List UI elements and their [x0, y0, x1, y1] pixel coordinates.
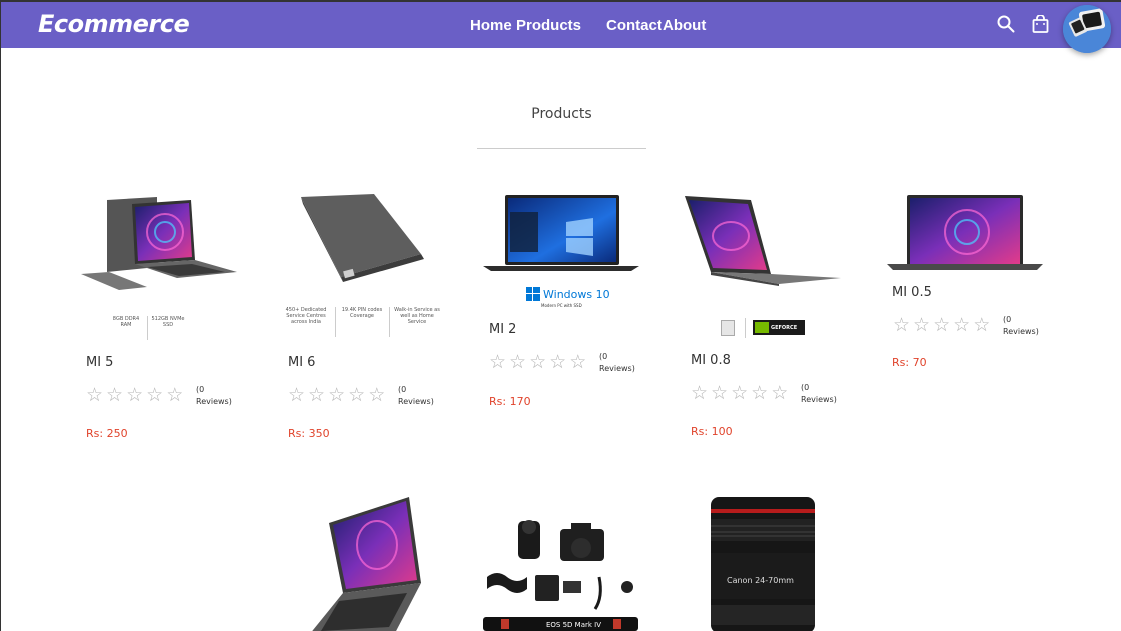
star-icon: ☆ [166, 385, 184, 406]
product-name[interactable]: MI 2 [489, 322, 516, 337]
product-card-mi-2[interactable]: Windows 10 Modern PC with SSD MI 2 ☆ ☆ ☆ ☆ ☆… [481, 192, 651, 422]
star-icon: ☆ [529, 352, 547, 373]
star-icon: ☆ [509, 352, 527, 373]
spec-badges: 8GB DDR4 RAM 512GB NVMe SSD [107, 316, 187, 340]
star-icon: ☆ [86, 385, 104, 406]
nvidia-logo-icon [755, 322, 769, 333]
spec-ram: 8GB DDR4 RAM [112, 316, 140, 328]
product-card-canon-lens[interactable]: Canon 24-70mm [683, 495, 853, 631]
shopping-bag-icon[interactable] [1032, 14, 1049, 38]
product-card-mi-5[interactable]: 8GB DDR4 RAM 512GB NVMe SSD MI 5 ☆ ☆ ☆ ☆ ☆ (… [77, 192, 247, 452]
star-icon: ☆ [933, 315, 951, 336]
product-image [683, 192, 853, 297]
product-price: Rs: 250 [86, 427, 128, 440]
review-count: (0 Reviews) [599, 352, 635, 373]
windows-badge: Windows 10 [526, 287, 610, 301]
star-icon: ☆ [751, 383, 769, 404]
star-icon: ☆ [126, 385, 144, 406]
star-icon: ☆ [913, 315, 931, 336]
nav-home-link[interactable]: Home [470, 17, 512, 34]
star-icon: ☆ [771, 383, 789, 404]
product-image: Canon 24-70mm [711, 497, 815, 631]
star-icon: ☆ [328, 385, 346, 406]
product-image [885, 192, 1055, 277]
windows-logo-icon [526, 287, 540, 301]
rating-stars: ☆ ☆ ☆ ☆ ☆ [86, 386, 183, 406]
product-name[interactable]: MI 6 [288, 355, 315, 370]
nav-contact-link[interactable]: Contact [606, 17, 662, 34]
spec-pin-codes: 19.4K PIN codes Coverage [341, 307, 383, 319]
star-icon: ☆ [569, 352, 587, 373]
product-price: Rs: 100 [691, 425, 733, 438]
product-name[interactable]: MI 0.5 [892, 285, 932, 300]
star-icon: ☆ [731, 383, 749, 404]
user-avatar[interactable] [1063, 5, 1111, 53]
title-divider [477, 148, 646, 149]
product-card-mi-6[interactable]: 450+ Dedicated Service Centres across In… [279, 192, 449, 452]
product-card-mi-0-8[interactable]: GEFORCE MI 0.8 ☆ ☆ ☆ ☆ ☆ (0 Reviews) Rs: 100 [683, 192, 853, 452]
product-price: Rs: 170 [489, 395, 531, 408]
review-count: (0 Reviews) [196, 385, 232, 406]
lens-label: Canon 24-70mm [727, 576, 794, 585]
nav-products-link[interactable]: Products [516, 17, 581, 34]
rating-stars: ☆ ☆ ☆ ☆ ☆ [893, 316, 990, 336]
star-icon: ☆ [106, 385, 124, 406]
product-image: EOS 5D Mark IV [483, 520, 638, 631]
star-icon: ☆ [973, 315, 991, 336]
rating-stars: ☆ ☆ ☆ ☆ ☆ [489, 353, 586, 373]
search-icon[interactable] [997, 15, 1015, 38]
product-image [481, 192, 651, 287]
star-icon: ☆ [368, 385, 386, 406]
product-name[interactable]: MI 5 [86, 355, 113, 370]
review-count: (0 Reviews) [801, 383, 837, 404]
nav-about-link[interactable]: About [663, 17, 706, 34]
brand-logo[interactable]: Ecommerce [38, 10, 190, 38]
navbar: Ecommerce Home Products Contact About [1, 2, 1121, 48]
strap-label: EOS 5D Mark IV [546, 621, 601, 629]
product-card-laptop-row2[interactable] [279, 495, 449, 631]
geforce-badge: GEFORCE [753, 320, 805, 335]
rating-stars: ☆ ☆ ☆ ☆ ☆ [288, 386, 385, 406]
product-price: Rs: 350 [288, 427, 330, 440]
star-icon: ☆ [308, 385, 326, 406]
product-image [312, 497, 421, 631]
section-title: Products [531, 106, 592, 122]
star-icon: ☆ [691, 383, 709, 404]
rating-stars: ☆ ☆ ☆ ☆ ☆ [691, 384, 788, 404]
spec-badges: 450+ Dedicated Service Centres across In… [281, 307, 441, 337]
product-name[interactable]: MI 0.8 [691, 353, 731, 368]
review-count: (0 Reviews) [398, 385, 434, 406]
product-card-camera-kit[interactable]: EOS 5D Mark IV [481, 515, 651, 631]
spec-ssd: 512GB NVMe SSD [151, 316, 185, 328]
star-icon: ☆ [549, 352, 567, 373]
star-icon: ☆ [348, 385, 366, 406]
star-icon: ☆ [146, 385, 164, 406]
intel-badge-icon [721, 320, 735, 336]
spec-home-service: Walk-in Service as well as Home Service [394, 307, 440, 325]
product-price: Rs: 70 [892, 356, 927, 369]
product-card-mi-0-5[interactable]: MI 0.5 ☆ ☆ ☆ ☆ ☆ (0 Reviews) Rs: 70 [885, 192, 1055, 382]
star-icon: ☆ [489, 352, 507, 373]
star-icon: ☆ [711, 383, 729, 404]
windows-badge-caption: Modern PC with SSD [541, 303, 582, 308]
star-icon: ☆ [893, 315, 911, 336]
review-count: (0 Reviews) [1003, 315, 1039, 336]
spec-service-centres: 450+ Dedicated Service Centres across In… [285, 307, 327, 325]
star-icon: ☆ [953, 315, 971, 336]
star-icon: ☆ [288, 385, 306, 406]
